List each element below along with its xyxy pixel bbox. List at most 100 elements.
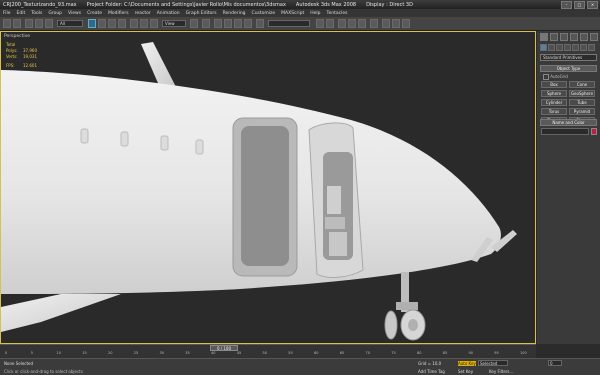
key-filters-button[interactable]: Key Filters...	[489, 369, 513, 374]
selection-filter-dropdown[interactable]: All	[57, 20, 83, 27]
select-move-icon[interactable]	[130, 19, 138, 28]
angle-snap-icon[interactable]	[224, 19, 232, 28]
select-manipulate-icon[interactable]	[202, 19, 210, 28]
select-by-name-icon[interactable]	[98, 19, 106, 28]
snaps-toggle-icon[interactable]	[214, 19, 222, 28]
shapes-icon[interactable]	[548, 44, 555, 51]
menu-reactor[interactable]: reactor	[135, 11, 151, 16]
menu-group[interactable]: Group	[48, 11, 62, 16]
menu-rendering[interactable]: Rendering	[223, 11, 246, 16]
bind-space-warp-icon[interactable]	[45, 19, 53, 28]
space-warps-icon[interactable]	[580, 44, 587, 51]
torus-button[interactable]: Torus	[541, 108, 567, 115]
reference-coordinate-dropdown[interactable]: View	[162, 20, 186, 27]
material-editor-icon[interactable]	[370, 19, 378, 28]
object-color-swatch[interactable]	[591, 128, 597, 135]
motion-tab-icon[interactable]	[570, 33, 578, 41]
unlink-icon[interactable]	[35, 19, 43, 28]
menu-tools[interactable]: Tools	[31, 11, 42, 16]
layer-manager-icon[interactable]	[338, 19, 346, 28]
select-object-icon[interactable]	[88, 19, 96, 28]
menu-maxscript[interactable]: MAXScript	[281, 11, 304, 16]
spinner-snap-icon[interactable]	[244, 19, 252, 28]
align-icon[interactable]	[326, 19, 334, 28]
maximize-icon[interactable]: □	[574, 0, 585, 9]
menu-file[interactable]: File	[3, 11, 11, 16]
select-scale-icon[interactable]	[150, 19, 158, 28]
utilities-tab-icon[interactable]	[590, 33, 598, 41]
redo-icon[interactable]	[13, 19, 21, 28]
pyramid-button[interactable]: Pyramid	[569, 108, 595, 115]
display-tab-icon[interactable]	[580, 33, 588, 41]
add-time-tag[interactable]: Add Time Tag	[418, 369, 445, 374]
pivot-center-icon[interactable]	[190, 19, 198, 28]
set-key-button[interactable]: Set Key	[458, 369, 473, 374]
menu-graph-editors[interactable]: Graph Editors	[186, 11, 217, 16]
window-crossing-icon[interactable]	[118, 19, 126, 28]
sphere-button[interactable]: Sphere	[541, 90, 567, 97]
timeline-track[interactable]: 0 5 10 15 20 25 30 35 40 45 50 55 60 65 70 75 80 85 90 95 10…	[5, 351, 527, 358]
timeline-tick-label: 15	[82, 351, 87, 355]
mirror-icon[interactable]	[316, 19, 324, 28]
geometry-icon[interactable]	[540, 44, 547, 51]
hierarchy-tab-icon[interactable]	[560, 33, 568, 41]
rendered-frame-window-icon[interactable]	[392, 19, 400, 28]
named-selection-sets-dropdown[interactable]	[268, 20, 310, 27]
timeline-tick-label: 5	[30, 351, 33, 355]
select-rotate-icon[interactable]	[140, 19, 148, 28]
menu-create[interactable]: Create	[87, 11, 102, 16]
menu-customize[interactable]: Customize	[252, 11, 276, 16]
app-name: Autodesk 3ds Max 2008	[295, 1, 357, 8]
render-setup-icon[interactable]	[382, 19, 390, 28]
edit-named-selection-icon[interactable]	[256, 19, 264, 28]
undo-icon[interactable]	[3, 19, 11, 28]
auto-key-button[interactable]: Auto Key	[458, 361, 476, 366]
object-category-dropdown[interactable]: Standard Primitives	[540, 54, 597, 61]
menu-tentacles[interactable]: Tentacles	[327, 11, 348, 16]
helpers-icon[interactable]	[572, 44, 579, 51]
create-tab-icon[interactable]	[540, 33, 548, 41]
timeline-tick-label: 65	[339, 351, 345, 355]
close-icon[interactable]: ×	[587, 0, 598, 9]
box-button[interactable]: Box	[541, 81, 567, 88]
menu-animation[interactable]: Animation	[157, 11, 180, 16]
menu-modifiers[interactable]: Modifiers	[108, 11, 129, 16]
object-type-rollout[interactable]: Object Type	[540, 65, 597, 72]
key-mode-dropdown[interactable]: Selected	[478, 360, 508, 366]
menu-help[interactable]: Help	[310, 11, 320, 16]
timeline-tick-label: 40	[211, 351, 216, 355]
perspective-viewport[interactable]: Perspective Total Polys: 37,960 Verts: 1…	[0, 31, 536, 344]
window-controls: – □ ×	[561, 0, 600, 9]
project-folder: Project Folder: C:\Documents and Setting…	[86, 1, 286, 8]
schematic-view-icon[interactable]	[358, 19, 366, 28]
timeline-tick-label: 100	[520, 351, 527, 355]
tube-button[interactable]: Tube	[569, 99, 595, 106]
percent-snap-icon[interactable]	[234, 19, 242, 28]
current-frame-field[interactable]: 0	[548, 360, 562, 366]
systems-icon[interactable]	[588, 44, 595, 51]
modify-tab-icon[interactable]	[550, 33, 558, 41]
autogrid-checkbox[interactable]: AutoGrid	[543, 74, 600, 80]
name-color-rollout[interactable]: Name and Color	[540, 119, 597, 126]
quick-render-icon[interactable]	[402, 19, 410, 28]
lights-icon[interactable]	[556, 44, 563, 51]
display-driver: Display : Direct 3D	[366, 1, 413, 8]
timeline-tick-label: 80	[417, 351, 422, 355]
cylinder-button[interactable]: Cylinder	[541, 99, 567, 106]
menu-views[interactable]: Views	[68, 11, 81, 16]
selection-region-icon[interactable]	[108, 19, 116, 28]
link-icon[interactable]	[25, 19, 33, 28]
prompt-line: Click or click-and-drag to select object…	[4, 369, 83, 374]
playback-controls[interactable]	[515, 361, 545, 367]
curve-editor-icon[interactable]	[348, 19, 356, 28]
object-name-field[interactable]	[541, 128, 589, 135]
cone-button[interactable]: Cone	[569, 81, 595, 88]
viewport-navigation-controls[interactable]	[566, 368, 596, 375]
minimize-icon[interactable]: –	[561, 0, 572, 9]
menu-edit[interactable]: Edit	[17, 11, 26, 16]
timeline-tick-label: 60	[314, 351, 319, 355]
timeline-tick-label: 0	[5, 351, 8, 355]
cameras-icon[interactable]	[564, 44, 571, 51]
timeline-tick-label: 30	[159, 351, 164, 355]
geosphere-button[interactable]: GeoSphere	[569, 90, 595, 97]
